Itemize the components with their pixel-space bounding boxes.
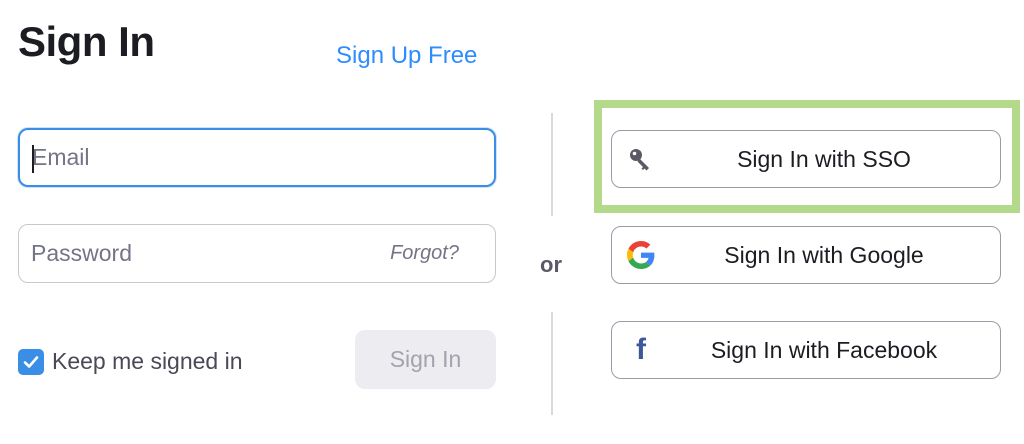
keep-signed-in-row[interactable]: Keep me signed in xyxy=(18,348,243,375)
or-separator: or xyxy=(540,252,562,277)
sso-button-label: Sign In with SSO xyxy=(737,145,911,172)
text-caret xyxy=(32,145,34,173)
password-field-container[interactable]: Forgot? xyxy=(18,224,496,283)
checkmark-icon xyxy=(23,355,39,368)
vertical-divider-top xyxy=(551,113,553,216)
forgot-password-link[interactable]: Forgot? xyxy=(390,242,495,265)
sign-in-with-google-button[interactable]: Sign In with Google xyxy=(611,226,1001,284)
email-field-container[interactable] xyxy=(18,128,496,187)
sign-in-button[interactable]: Sign In xyxy=(355,330,496,389)
sign-up-free-link[interactable]: Sign Up Free xyxy=(336,42,477,70)
page-title: Sign In xyxy=(18,18,155,65)
keep-signed-in-checkbox[interactable] xyxy=(18,348,44,375)
keep-signed-in-label[interactable]: Keep me signed in xyxy=(52,348,243,375)
sign-in-screen: Sign In Sign Up Free Forgot? Keep me sig… xyxy=(0,0,1024,444)
google-button-label: Sign In with Google xyxy=(724,241,924,268)
facebook-button-label: Sign In with Facebook xyxy=(710,336,938,363)
password-field[interactable] xyxy=(19,225,391,282)
email-field[interactable] xyxy=(20,130,494,185)
sign-in-with-sso-button[interactable]: Sign In with SSO xyxy=(611,130,1001,188)
sign-in-with-facebook-button[interactable]: f Sign In with Facebook xyxy=(611,321,1001,379)
vertical-divider-bottom xyxy=(551,312,553,415)
